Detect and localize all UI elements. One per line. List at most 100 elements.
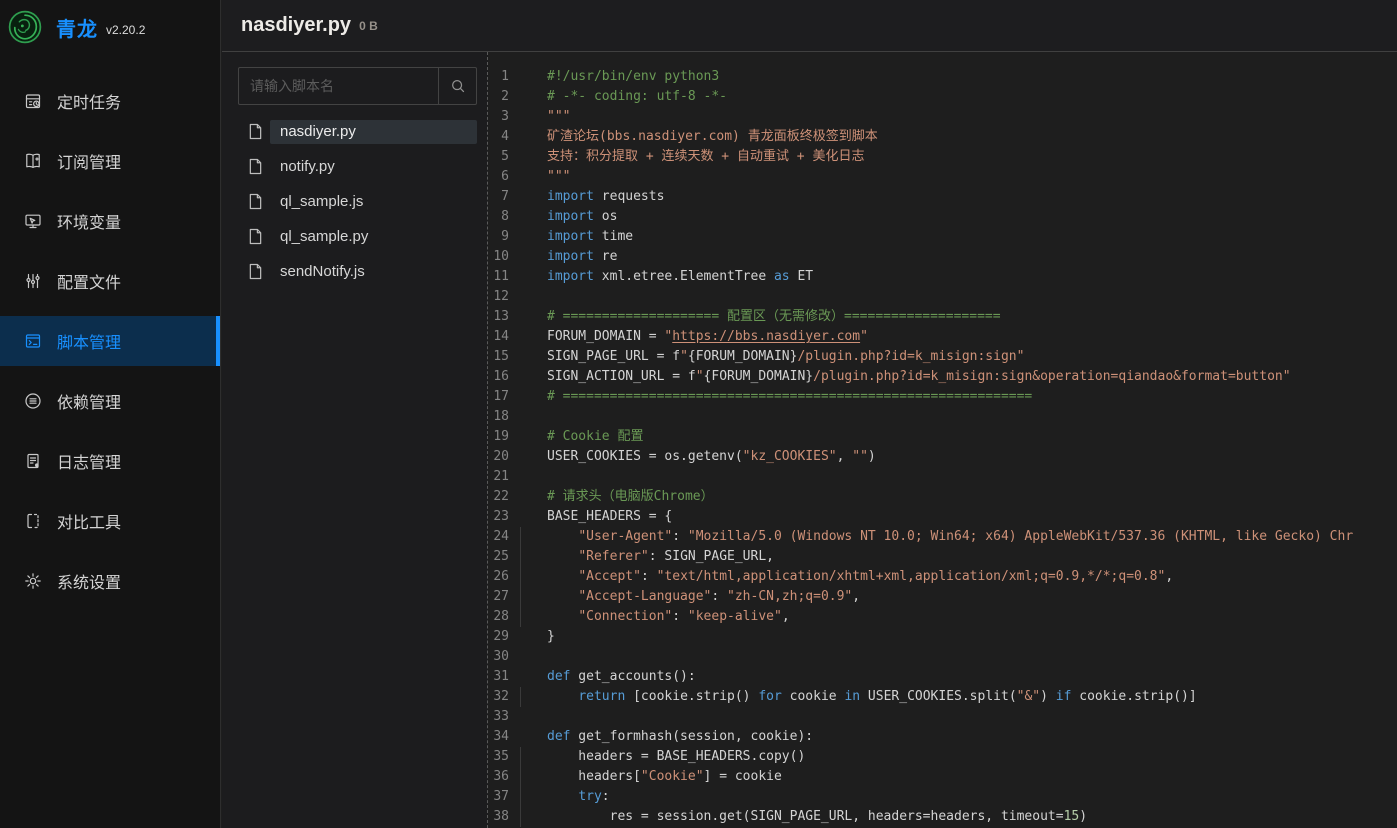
line-number: 37 [488,787,509,807]
sidebar-item-label: 订阅管理 [57,149,121,173]
line-number: 35 [488,747,509,767]
code-text: """ [547,167,570,187]
line-number: 28 [488,607,509,627]
code-line: 2 # -*- coding: utf-8 -*- [488,87,1397,107]
file-icon [248,158,263,175]
sidebar-item-label: 定时任务 [57,89,121,113]
code-text: """ [547,107,570,127]
code-line: 37 try: [488,787,1397,807]
file-name: sendNotify.js [270,260,477,284]
code-line: 14FORUM_DOMAIN = "https://bbs.nasdiyer.c… [488,327,1397,347]
page-header: nasdiyer.py 0 B [222,0,1397,52]
code-line: 18 [488,407,1397,427]
code-text: 矿渣论坛(bbs.nasdiyer.com) 青龙面板终极签到脚本 [547,127,878,147]
code-line: 3 """ [488,107,1397,127]
code-text: import time [547,227,633,247]
code-line: 11 import xml.etree.ElementTree as ET [488,267,1397,287]
sidebar-item-label: 环境变量 [57,209,121,233]
indent-guide [520,687,521,707]
code-text: USER_COOKIES = os.getenv("kz_COOKIES", "… [547,447,876,467]
code-editor[interactable]: 1 #!/usr/bin/env python3 2 # -*- coding: ut… [488,52,1397,828]
indent-guide [520,607,521,627]
code-line: 32 return [cookie.strip() for cookie in … [488,687,1397,707]
file-size-badge: 0 B [359,19,378,33]
code-text: #!/usr/bin/env python3 [547,67,719,87]
line-number: 2 [488,87,509,107]
file-item[interactable]: notify.py [238,149,477,184]
line-number: 30 [488,647,509,667]
code-line: 27 "Accept-Language": "zh-CN,zh;q=0.9", [488,587,1397,607]
script-file-tree: nasdiyer.pynotify.pyql_sample.jsql_sampl… [238,114,477,289]
code-line: 22# 请求头（电脑版Chrome） [488,487,1397,507]
sidebar-item-subscription[interactable]: 订阅管理 [0,136,220,186]
code-text: headers["Cookie"] = cookie [547,767,782,787]
line-number: 27 [488,587,509,607]
indent-guide [520,567,521,587]
file-item[interactable]: ql_sample.py [238,219,477,254]
line-number: 26 [488,567,509,587]
code-text: return [cookie.strip() for cookie in USE… [547,687,1197,707]
sidebar-item-label: 日志管理 [57,449,121,473]
line-number: 3 [488,107,509,127]
line-number: 18 [488,407,509,427]
code-text: headers = BASE_HEADERS.copy() [547,747,805,767]
line-number: 11 [488,267,509,287]
file-item[interactable]: ql_sample.js [238,184,477,219]
code-text: 支持：积分提取 + 连续天数 + 自动重试 + 美化日志 [547,147,864,167]
indent-guide [520,767,521,787]
sidebar-item-log[interactable]: 日志管理 [0,436,220,486]
file-icon [248,123,263,140]
sidebar-item-setting[interactable]: 系统设置 [0,556,220,606]
code-line: 7import requests [488,187,1397,207]
line-number: 17 [488,387,509,407]
app-version: v2.20.2 [106,23,145,37]
code-line: 10 import re [488,247,1397,267]
app-name: 青龙 [56,13,98,42]
line-number: 29 [488,627,509,647]
code-text: import re [547,247,617,267]
code-line: 1 #!/usr/bin/env python3 [488,67,1397,87]
sidebar-item-label: 对比工具 [57,509,121,533]
line-number: 21 [488,467,509,487]
line-number: 5 [488,147,509,167]
code-line: 29} [488,627,1397,647]
code-text: # ======================================… [547,387,1032,407]
qinglong-logo-icon [8,10,42,44]
line-number: 22 [488,487,509,507]
line-number: 10 [488,247,509,267]
file-item[interactable]: nasdiyer.py [238,114,477,149]
code-line: 21 [488,467,1397,487]
file-item[interactable]: sendNotify.js [238,254,477,289]
code-line: 35 headers = BASE_HEADERS.copy() [488,747,1397,767]
code-line: 12 [488,287,1397,307]
sidebar-item-dependence[interactable]: 依赖管理 [0,376,220,426]
code-line: 13# ==================== 配置区（无需修改）======… [488,307,1397,327]
line-number: 23 [488,507,509,527]
code-line: 26 "Accept": "text/html,application/xhtm… [488,567,1397,587]
code-text: import xml.etree.ElementTree as ET [547,267,813,287]
sidebar-item-cron[interactable]: 定时任务 [0,76,220,126]
code-line: 33 [488,707,1397,727]
sidebar-item-config[interactable]: 配置文件 [0,256,220,306]
logo: 青龙 v2.20.2 [0,0,220,46]
code-text: # -*- coding: utf-8 -*- [547,87,727,107]
code-text: # Cookie 配置 [547,427,643,447]
file-panel: nasdiyer.pynotify.pyql_sample.jsql_sampl… [222,52,488,828]
sidebar-menu: 定时任务订阅管理环境变量配置文件脚本管理依赖管理日志管理对比工具系统设置 [0,76,220,616]
indent-guide [520,807,521,827]
config-icon [24,272,42,290]
code-line: 38 res = session.get(SIGN_PAGE_URL, head… [488,807,1397,827]
indent-guide [520,527,521,547]
sidebar-item-script[interactable]: 脚本管理 [0,316,220,366]
code-line: 5 支持：积分提取 + 连续天数 + 自动重试 + 美化日志 [488,147,1397,167]
sidebar-item-label: 系统设置 [57,569,121,593]
line-number: 25 [488,547,509,567]
line-number: 16 [488,367,509,387]
line-number: 12 [488,287,509,307]
line-number: 1 [488,67,509,87]
line-number: 36 [488,767,509,787]
sidebar-item-diff[interactable]: 对比工具 [0,496,220,546]
search-input[interactable] [239,68,438,104]
sidebar-item-env[interactable]: 环境变量 [0,196,220,246]
search-button[interactable] [438,68,476,104]
